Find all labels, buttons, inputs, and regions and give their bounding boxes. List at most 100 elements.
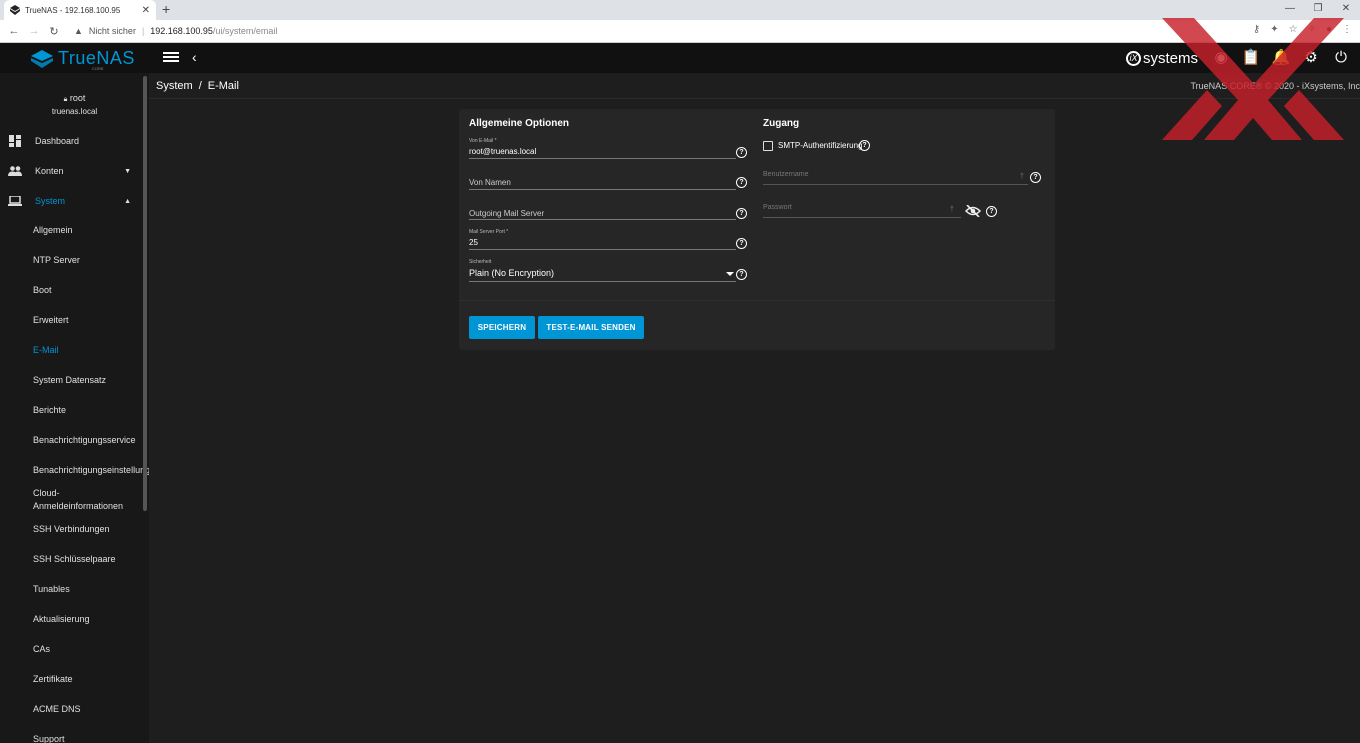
sidebar-subitem-cloud-line2[interactable]: Anmeldeinformationen (33, 500, 123, 512)
mail-server-port-field[interactable]: Mail Server Port * 25 (469, 229, 737, 251)
hamburger-menu-icon[interactable] (163, 50, 179, 66)
port-label: Mail Server Port * (469, 229, 509, 235)
truenas-favicon-icon (10, 5, 20, 15)
url-path: /ui/system/email (212, 26, 278, 36)
sidebar-subitem-ssh-schluesselpaare[interactable]: SSH Schlüsselpaare (33, 553, 116, 565)
help-icon[interactable]: ? (986, 206, 997, 217)
outgoing-mail-server-placeholder: Outgoing Mail Server (469, 209, 545, 218)
sidebar-subitem-support[interactable]: Support (33, 733, 65, 743)
sidebar-subitem-acme-dns[interactable]: ACME DNS (33, 703, 81, 715)
from-name-field[interactable]: Von Namen (469, 172, 737, 194)
sidebar-item-system[interactable]: System ▲ (0, 188, 143, 214)
sidebar-subitem-email[interactable]: E-Mail (33, 344, 59, 356)
sidebar-subitem-system-datensatz[interactable]: System Datensatz (33, 374, 106, 386)
sidebar-subitem-cloud-line1[interactable]: Cloud- (33, 487, 60, 499)
tab-close-icon[interactable]: ✕ (142, 5, 150, 16)
profile-icon[interactable]: ● (1326, 24, 1332, 35)
smtp-auth-label: SMTP-Authentifizierung (778, 141, 863, 150)
sidebar-subitem-tunables[interactable]: Tunables (33, 583, 70, 595)
security-select[interactable]: Sicherheit Plain (No Encryption) (469, 259, 737, 283)
sidebar-item-label: Konten (35, 166, 64, 176)
card-divider (459, 300, 1055, 301)
browser-tab-title: TrueNAS - 192.168.100.95 (25, 5, 121, 15)
port-value: 25 (469, 238, 478, 247)
sidebar-subitem-cas[interactable]: CAs (33, 643, 50, 655)
help-icon[interactable]: ? (736, 177, 747, 188)
browser-toolbar-icons: ⚷ ✦ ☆ ✧ ● ⋮ (1253, 24, 1352, 35)
key-icon[interactable]: ⚷ (1253, 24, 1260, 35)
required-key-icon: † (1020, 173, 1024, 180)
help-icon[interactable]: ? (736, 208, 747, 219)
new-tab-icon[interactable]: + (162, 1, 170, 17)
sidebar-subitem-boot[interactable]: Boot (33, 284, 52, 296)
forward-icon[interactable]: → (24, 25, 44, 37)
outgoing-mail-server-field[interactable]: Outgoing Mail Server (469, 202, 737, 224)
power-icon[interactable]: ⏻ (1332, 48, 1350, 66)
clipboard-icon[interactable]: 📋 (1242, 48, 1261, 66)
truenas-logo[interactable]: TrueNAS CORE (30, 48, 135, 71)
sidebar-subitem-benachrichtigungseinstellungen[interactable]: Benachrichtigungseinstellungen (33, 464, 149, 476)
breadcrumb-separator: / (198, 80, 202, 92)
field-underline (763, 184, 1028, 185)
browser-tab-strip: TrueNAS - 192.168.100.95 ✕ + — ❐ ✕ (0, 0, 1360, 20)
copyright-text: TrueNAS CORE® © 2020 - iXsystems, Inc (1190, 81, 1360, 91)
url-field[interactable]: ▲ Nicht sicher | 192.168.100.95 /ui/syst… (74, 26, 277, 36)
save-button[interactable]: SPEICHERN (469, 316, 535, 339)
help-icon[interactable]: ? (859, 140, 870, 151)
sidebar-subitem-erweitert[interactable]: Erweitert (33, 314, 69, 326)
breadcrumb-parent[interactable]: System (156, 80, 193, 92)
laptop-icon (7, 193, 23, 209)
help-icon[interactable]: ? (736, 147, 747, 158)
dropdown-arrow-icon (726, 272, 734, 276)
field-underline (469, 249, 736, 250)
sidebar-subitem-berichte[interactable]: Berichte (33, 404, 66, 416)
notifications-bell-icon[interactable]: 🔔 (1272, 48, 1291, 66)
browser-tab[interactable]: TrueNAS - 192.168.100.95 ✕ (4, 0, 156, 20)
help-icon[interactable]: ? (1030, 172, 1041, 183)
from-email-value: root@truenas.local (469, 147, 537, 156)
sidebar-item-label: Dashboard (35, 136, 80, 146)
url-separator: | (141, 26, 145, 36)
dashboard-icon (7, 133, 23, 149)
sidebar-subitem-zertifikate[interactable]: Zertifikate (33, 673, 73, 685)
puzzle-icon[interactable]: ✧ (1308, 24, 1316, 35)
security-value: Plain (No Encryption) (469, 268, 555, 278)
sidebar-subitem-benachrichtigungsservice[interactable]: Benachrichtigungsservice (33, 434, 136, 446)
sidebar-subitem-allgemein[interactable]: Allgemein (33, 224, 73, 236)
reload-icon[interactable]: ↻ (44, 25, 64, 38)
from-name-placeholder: Von Namen (469, 178, 511, 187)
sidebar-subitem-ssh-verbindungen[interactable]: SSH Verbindungen (33, 523, 110, 535)
caret-up-icon: ▲ (124, 197, 131, 205)
help-icon[interactable]: ? (736, 269, 747, 280)
send-test-email-button[interactable]: TEST-E-MAIL SENDEN (538, 316, 644, 339)
breadcrumb-divider (149, 98, 1360, 99)
truenas-logo-icon (31, 49, 53, 68)
browser-menu-icon[interactable]: ⋮ (1342, 24, 1352, 35)
sidebar-subitem-aktualisierung[interactable]: Aktualisierung (33, 613, 90, 625)
extension-icon[interactable]: ✦ (1270, 24, 1278, 35)
lock-icon: 🔒︎ (63, 96, 68, 103)
sidebar: 🔒︎ root truenas.local Dashboard Konten ▼… (0, 73, 149, 743)
header-actions: ◉ 📋 🔔 ⚙ ⏻ (1212, 48, 1350, 67)
close-window-icon[interactable]: ✕ (1332, 0, 1360, 18)
restore-icon[interactable]: ❐ (1304, 0, 1332, 18)
truecommand-icon[interactable]: ◉ (1212, 48, 1230, 66)
sidebar-item-label: System (35, 196, 66, 206)
sidebar-subitem-ntp-server[interactable]: NTP Server (33, 254, 80, 266)
smtp-auth-checkbox[interactable] (763, 141, 773, 151)
bookmark-star-icon[interactable]: ☆ (1289, 24, 1298, 35)
chevron-left-icon[interactable]: ‹ (192, 49, 197, 65)
sidebar-item-dashboard[interactable]: Dashboard (0, 128, 143, 154)
window-controls: — ❐ ✕ (1276, 0, 1360, 18)
sidebar-item-konten[interactable]: Konten ▼ (0, 158, 143, 184)
user-name: root (69, 93, 86, 103)
sidebar-scrollbar[interactable] (143, 76, 147, 511)
help-icon[interactable]: ? (736, 238, 747, 249)
access-title: Zugang (763, 118, 800, 129)
from-email-field[interactable]: Von E-Mail * root@truenas.local (469, 138, 737, 160)
visibility-off-icon[interactable] (965, 205, 981, 217)
minimize-icon[interactable]: — (1276, 0, 1304, 18)
settings-gear-icon[interactable]: ⚙ (1302, 48, 1320, 66)
username-field: Benutzername † (763, 168, 1028, 188)
back-icon[interactable]: ← (4, 25, 24, 37)
